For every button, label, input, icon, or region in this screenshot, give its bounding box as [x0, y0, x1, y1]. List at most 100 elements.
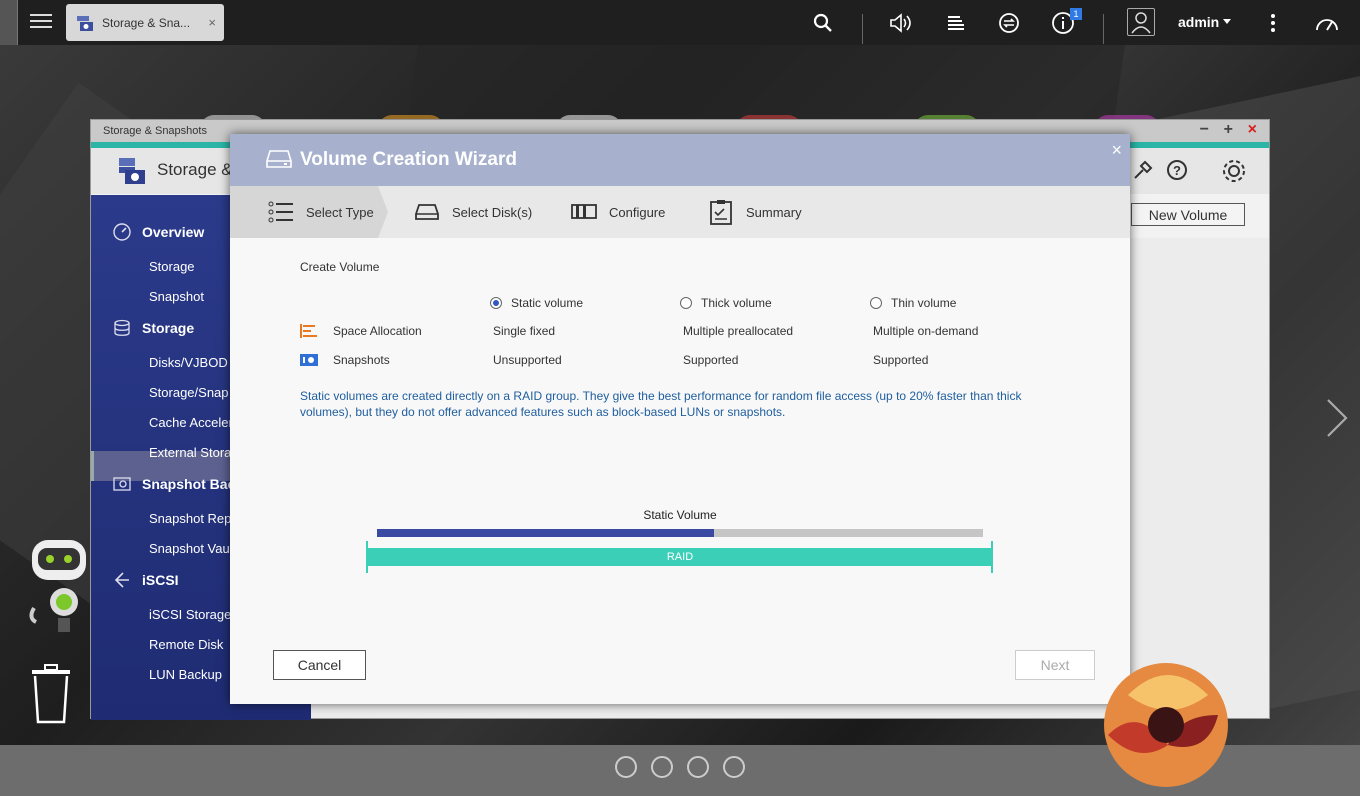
- sidebar-item-storage-snapshots[interactable]: Storage/Snap: [149, 385, 229, 400]
- storage-logo-icon: [119, 158, 145, 184]
- dock-tools-icon[interactable]: [651, 756, 673, 778]
- search-icon[interactable]: [810, 10, 836, 36]
- new-volume-button[interactable]: New Volume: [1131, 203, 1245, 226]
- volume-drive-icon: [266, 150, 292, 168]
- static-allocation-value: Single fixed: [493, 324, 556, 338]
- volume-icon[interactable]: [888, 10, 914, 36]
- allocation-icon: [300, 324, 317, 338]
- step-label: Select Disk(s): [452, 204, 533, 220]
- diagram-title: Static Volume: [643, 508, 717, 522]
- sidebar-item-snapshot-replica[interactable]: Snapshot Rep: [149, 511, 231, 526]
- minimize-icon[interactable]: −: [1200, 122, 1209, 138]
- dialog-title: Volume Creation Wizard: [300, 149, 517, 170]
- top-taskbar: Storage & Sna... × 1 admin: [0, 0, 1360, 45]
- space-allocation-label: Space Allocation: [333, 324, 422, 338]
- dock-columns-icon[interactable]: [687, 756, 709, 778]
- tools-icon[interactable]: [1131, 158, 1155, 182]
- assistant-robot-icon[interactable]: [26, 538, 90, 636]
- user-menu-label[interactable]: admin: [1178, 14, 1219, 30]
- sidebar-item-snapshot-vault[interactable]: Snapshot Vau: [149, 541, 230, 556]
- thick-allocation-value: Multiple preallocated: [683, 324, 794, 338]
- sidebar-section-label: iSCSI: [142, 572, 179, 588]
- dialog-titlebar: Volume Creation Wizard ×: [230, 134, 1130, 186]
- cancel-button[interactable]: Cancel: [273, 650, 366, 680]
- thin-allocation-value: Multiple on-demand: [873, 324, 979, 338]
- next-page-arrow-icon[interactable]: [1322, 398, 1352, 438]
- dock-backup-icon[interactable]: [615, 756, 637, 778]
- wizard-steps: Select Type Select Disk(s) Configure Sum…: [230, 186, 1130, 238]
- snapshots-label: Snapshots: [333, 353, 390, 367]
- radio-label: Thin volume: [891, 296, 957, 310]
- left-edge-handle[interactable]: [0, 0, 18, 45]
- app-header-title: Storage &: [157, 160, 233, 179]
- sidebar-section-label: Snapshot Bac: [142, 476, 236, 492]
- step-label: Select Type: [306, 204, 374, 220]
- radio-label: Static volume: [511, 296, 584, 310]
- thick-snapshot-value: Supported: [683, 353, 739, 367]
- radio-label: Thick volume: [701, 296, 772, 310]
- sidebar-item-remote-disk[interactable]: Remote Disk: [149, 637, 223, 652]
- close-dialog-icon[interactable]: ×: [1111, 140, 1122, 161]
- static-snapshot-value: Unsupported: [493, 353, 562, 367]
- chevron-down-icon[interactable]: [1223, 19, 1231, 24]
- sidebar-item-snapshot[interactable]: Snapshot: [149, 289, 204, 304]
- dock-notes-icon[interactable]: [723, 756, 745, 778]
- sidebar-item-cache[interactable]: Cache Acceler: [149, 415, 233, 430]
- thick-volume-radio[interactable]: Thick volume: [680, 296, 772, 310]
- step-summary[interactable]: Summary: [708, 186, 802, 238]
- storage-app-icon: [77, 15, 93, 31]
- more-options-icon[interactable]: [1260, 10, 1286, 36]
- radio-button[interactable]: [870, 297, 882, 309]
- volume-creation-wizard: Volume Creation Wizard × Select Type Sel…: [230, 134, 1130, 704]
- close-tab-icon[interactable]: ×: [208, 15, 216, 30]
- thin-snapshot-value: Supported: [873, 353, 929, 367]
- sidebar-item-external-storage[interactable]: External Stora: [149, 445, 231, 460]
- iscsi-arrow-icon: [114, 572, 129, 588]
- thin-volume-radio[interactable]: Thin volume: [870, 296, 956, 310]
- step-configure[interactable]: Configure: [571, 186, 665, 238]
- configure-icon: [571, 204, 597, 219]
- volume-type-description: Static volumes are created directly on a…: [300, 389, 1022, 419]
- static-volume-radio[interactable]: Static volume: [490, 296, 583, 310]
- app-tab-storage[interactable]: Storage & Sna... ×: [66, 4, 224, 41]
- camera-icon: [113, 477, 131, 491]
- next-button[interactable]: Next: [1015, 650, 1095, 680]
- snapshot-icon: [300, 354, 318, 366]
- sidebar-item-storage[interactable]: Storage: [149, 259, 195, 274]
- wizard-content: Create Volume Static volume Thick volume…: [230, 238, 1130, 704]
- raid-bar: RAID: [367, 548, 993, 566]
- step-label: Configure: [609, 204, 666, 220]
- radio-button[interactable]: [680, 297, 692, 309]
- database-icon: [114, 319, 130, 336]
- trash-icon[interactable]: [30, 664, 72, 724]
- gauge-icon: [113, 223, 131, 241]
- watermark-logo: [1104, 663, 1228, 787]
- dashboard-icon[interactable]: [1314, 10, 1340, 36]
- volume-bar-fill: [377, 529, 714, 537]
- step-label: Summary: [746, 204, 802, 220]
- help-icon[interactable]: ?: [1165, 158, 1189, 182]
- maximize-icon[interactable]: +: [1224, 122, 1233, 138]
- sidebar-item-iscsi-storage[interactable]: iSCSI Storage: [149, 607, 231, 622]
- sidebar-section-label: Overview: [142, 224, 205, 240]
- radio-button-checked[interactable]: [490, 297, 502, 309]
- clipboard-icon: [710, 200, 732, 225]
- main-menu-icon[interactable]: [30, 10, 52, 30]
- close-window-icon[interactable]: ×: [1248, 122, 1257, 138]
- background-tasks-icon[interactable]: [943, 10, 969, 36]
- sidebar-item-lun-backup[interactable]: LUN Backup: [149, 667, 222, 682]
- settings-gear-icon[interactable]: [1221, 158, 1247, 184]
- app-tab-label: Storage & Sna...: [102, 15, 191, 30]
- sync-icon[interactable]: [996, 10, 1022, 36]
- create-volume-heading: Create Volume: [300, 260, 380, 274]
- svg-text:?: ?: [1173, 163, 1181, 178]
- raid-label: RAID: [666, 551, 694, 563]
- sidebar-item-disks[interactable]: Disks/VJBOD: [149, 355, 228, 370]
- notification-badge: 1: [1070, 8, 1082, 20]
- step-select-disks[interactable]: Select Disk(s): [414, 186, 532, 238]
- user-avatar-icon[interactable]: [1127, 8, 1155, 36]
- app-window-title: Storage & Snapshots: [103, 125, 207, 137]
- step-select-type[interactable]: Select Type: [268, 186, 374, 238]
- notification-icon[interactable]: 1: [1050, 8, 1082, 36]
- list-icon: [268, 201, 293, 223]
